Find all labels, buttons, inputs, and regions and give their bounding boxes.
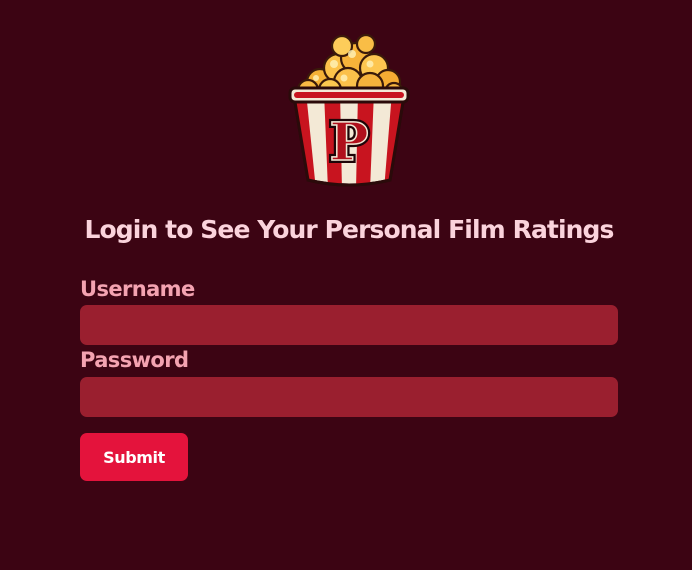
login-page: P P Login to See Your Personal Film Rati… — [0, 0, 692, 570]
username-input[interactable] — [80, 305, 618, 345]
password-label: Password — [80, 348, 189, 372]
username-label: Username — [80, 277, 195, 301]
page-title: Login to See Your Personal Film Ratings — [84, 215, 614, 244]
svg-text:P: P — [329, 112, 368, 173]
submit-button[interactable]: Submit — [80, 433, 188, 481]
password-input[interactable] — [80, 377, 618, 417]
popcorn-bucket-icon: P P — [286, 30, 412, 190]
